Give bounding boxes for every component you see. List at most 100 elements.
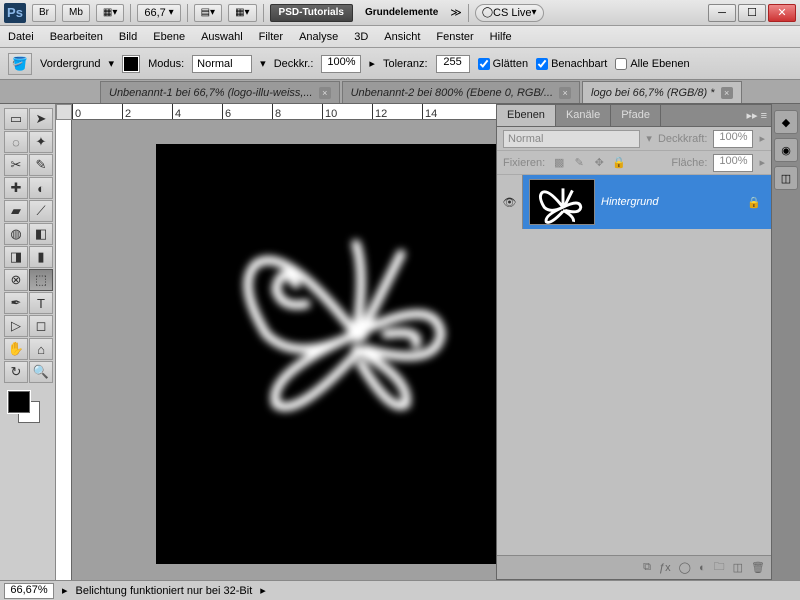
dropdown-arrow-icon[interactable]: ▾ xyxy=(109,57,115,70)
tool-button[interactable]: ➤ xyxy=(29,108,53,130)
stepper-icon[interactable]: ▸ xyxy=(759,156,765,169)
tool-button[interactable]: ◍ xyxy=(4,223,28,245)
dropdown-arrow-icon[interactable]: ▾ xyxy=(646,132,652,145)
close-icon[interactable]: × xyxy=(721,87,733,99)
tab-kanaele[interactable]: Kanäle xyxy=(556,105,611,126)
tool-button[interactable]: ▮ xyxy=(29,246,53,268)
menu-filter[interactable]: Filter xyxy=(259,31,283,43)
extension-button[interactable]: PSD-Tutorials xyxy=(270,4,353,22)
status-nav-icon[interactable]: ▸ xyxy=(62,584,68,597)
tool-button[interactable]: ◌ xyxy=(4,131,28,153)
new-layer-icon[interactable]: ◫ xyxy=(733,561,743,574)
ruler-vertical[interactable] xyxy=(56,120,72,580)
layer-name[interactable]: Hintergrund xyxy=(601,196,747,208)
tool-button[interactable]: ⌂ xyxy=(29,338,53,360)
menu-bearbeiten[interactable]: Bearbeiten xyxy=(50,31,103,43)
contiguous-checkbox[interactable]: Benachbart xyxy=(536,58,607,70)
tool-button[interactable]: ⟋ xyxy=(29,200,53,222)
document-canvas[interactable] xyxy=(156,144,496,564)
extras-button[interactable]: ▦▾ xyxy=(228,4,256,22)
lock-all-icon[interactable]: 🔒 xyxy=(611,155,627,171)
dropdown-arrow-icon[interactable]: ▾ xyxy=(260,57,266,70)
arrange-button[interactable]: ▤▾ xyxy=(194,4,222,22)
tool-button[interactable]: ▭ xyxy=(4,108,28,130)
lock-position-icon[interactable]: ✥ xyxy=(591,155,607,171)
status-menu-icon[interactable]: ▸ xyxy=(260,584,266,597)
tool-button[interactable]: ⬚ xyxy=(29,269,53,291)
color-swatches[interactable] xyxy=(8,391,44,427)
zoom-dropdown[interactable]: 66,7 ▾ xyxy=(137,4,180,22)
stepper-icon[interactable]: ▸ xyxy=(759,132,765,145)
adjustment-icon[interactable]: ◐ xyxy=(699,562,706,574)
tolerance-input[interactable]: 255 xyxy=(436,55,470,73)
blend-mode-dropdown[interactable]: Normal xyxy=(503,130,640,148)
ruler-horizontal[interactable]: 0246810121416 xyxy=(72,104,496,120)
app-logo[interactable]: Ps xyxy=(4,3,26,23)
more-icon[interactable]: ≫ xyxy=(450,6,462,19)
workspace-button[interactable]: Grundelemente xyxy=(359,4,444,22)
zoom-input[interactable]: 66,67% xyxy=(4,583,54,599)
menu-datei[interactable]: Datei xyxy=(8,31,34,43)
visibility-toggle[interactable]: 👁 xyxy=(497,175,523,229)
tool-button[interactable]: ▰ xyxy=(4,200,28,222)
stepper-icon[interactable]: ▸ xyxy=(369,57,375,70)
tool-button[interactable]: ✚ xyxy=(4,177,28,199)
close-icon[interactable]: × xyxy=(319,87,331,99)
antialias-checkbox[interactable]: Glätten xyxy=(478,58,528,70)
menu-3d[interactable]: 3D xyxy=(354,31,368,43)
tool-button[interactable]: ↻ xyxy=(4,361,28,383)
close-icon[interactable]: × xyxy=(559,87,571,99)
lock-pixels-icon[interactable]: ✎ xyxy=(571,155,587,171)
close-button[interactable]: ✕ xyxy=(768,4,796,22)
ruler-origin[interactable] xyxy=(56,104,72,120)
tool-button[interactable]: ⊗ xyxy=(4,269,28,291)
tool-button[interactable]: ✋ xyxy=(4,338,28,360)
tool-button[interactable]: ◐ xyxy=(29,177,53,199)
tool-button[interactable]: ◻ xyxy=(29,315,53,337)
menu-auswahl[interactable]: Auswahl xyxy=(201,31,243,43)
minimize-button[interactable]: ─ xyxy=(708,4,736,22)
tool-button[interactable]: ✦ xyxy=(29,131,53,153)
maximize-button[interactable]: ☐ xyxy=(738,4,766,22)
masks-panel-icon[interactable]: ◫ xyxy=(774,166,798,190)
doc-tab[interactable]: Unbenannt-2 bei 800% (Ebene 0, RGB/...× xyxy=(342,81,580,103)
tool-button[interactable]: ✂ xyxy=(4,154,28,176)
tool-button[interactable]: 🔍 xyxy=(29,361,53,383)
tool-button[interactable]: T xyxy=(29,292,53,314)
fx-icon[interactable]: ƒx xyxy=(659,562,671,574)
screen-mode-button[interactable]: ▦▾ xyxy=(96,4,124,22)
menu-analyse[interactable]: Analyse xyxy=(299,31,338,43)
cslive-button[interactable]: ◯ CS Live ▾ xyxy=(475,4,544,22)
menu-bild[interactable]: Bild xyxy=(119,31,137,43)
delete-icon[interactable]: 🗑 xyxy=(751,561,765,574)
foreground-color[interactable] xyxy=(8,391,30,413)
menu-fenster[interactable]: Fenster xyxy=(436,31,473,43)
group-icon[interactable]: 🗀 xyxy=(714,558,725,577)
doc-tab[interactable]: Unbenannt-1 bei 66,7% (logo-illu-weiss,.… xyxy=(100,81,340,103)
mask-icon[interactable]: ◯ xyxy=(679,561,691,574)
swatches-panel-icon[interactable]: ◉ xyxy=(774,138,798,162)
tool-button[interactable]: ◧ xyxy=(29,223,53,245)
menu-hilfe[interactable]: Hilfe xyxy=(490,31,512,43)
menu-ansicht[interactable]: Ansicht xyxy=(384,31,420,43)
panel-menu-icon[interactable]: ▸▸ ≡ xyxy=(742,105,771,126)
layer-opacity-input[interactable]: 100% xyxy=(713,130,753,148)
tab-ebenen[interactable]: Ebenen xyxy=(497,105,556,126)
mode-dropdown[interactable]: Normal xyxy=(192,55,252,73)
bridge-button[interactable]: Br xyxy=(32,4,56,22)
tab-pfade[interactable]: Pfade xyxy=(611,105,661,126)
link-icon[interactable]: ⧉ xyxy=(643,561,651,574)
menu-ebene[interactable]: Ebene xyxy=(153,31,185,43)
all-layers-checkbox[interactable]: Alle Ebenen xyxy=(615,58,689,70)
lock-transparency-icon[interactable]: ▩ xyxy=(551,155,567,171)
tool-button[interactable]: ✒ xyxy=(4,292,28,314)
color-panel-icon[interactable]: ◆ xyxy=(774,110,798,134)
tool-button[interactable]: ◨ xyxy=(4,246,28,268)
fill-swatch[interactable] xyxy=(122,55,140,73)
doc-tab[interactable]: logo bei 66,7% (RGB/8) *× xyxy=(582,81,742,103)
current-tool-icon[interactable]: 🪣 xyxy=(8,53,32,75)
tool-button[interactable]: ▷ xyxy=(4,315,28,337)
tool-button[interactable]: ✎ xyxy=(29,154,53,176)
layer-thumbnail[interactable] xyxy=(529,179,595,225)
minibridge-button[interactable]: Mb xyxy=(62,4,90,22)
